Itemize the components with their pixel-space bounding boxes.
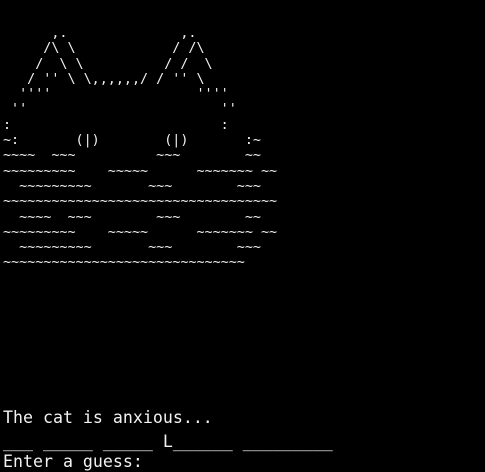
art-line: '' '' xyxy=(3,102,237,118)
guess-prompt[interactable]: Enter a guess: xyxy=(3,452,143,472)
art-line: / \ \ / / \ xyxy=(3,56,213,72)
art-line: ~~~~ ~~~ ~~~ ~~ xyxy=(3,209,261,225)
art-line: ~: (|) (|) :~ xyxy=(3,133,261,149)
art-line: ~~~~~~~~~ ~~~ ~~~ xyxy=(3,178,261,194)
art-line: ~~~~~~~~~~~~~~~~~~~~~~~~~~~~~~ xyxy=(3,255,245,271)
art-line: /\ \ / /\ xyxy=(3,41,205,57)
cat-ascii-art: ,. ,. /\ \ / /\ / \ \ / / \ / '' \ \,,,,… xyxy=(3,26,277,271)
terminal-window: ,. ,. /\ \ / /\ / \ \ / / \ / '' \ \,,,,… xyxy=(0,0,485,471)
art-line: ~~~~ ~~~ ~~~ ~~ xyxy=(3,148,261,164)
word-display: ___ _____ _____ L______ _________ xyxy=(3,432,333,451)
art-line: / '' \ \,,,,,,/ / '' \ xyxy=(3,71,205,87)
art-line: ~~~~~~~~~ ~~~~~ ~~~~~~~ ~~ xyxy=(3,224,278,240)
art-line: '''' '''' xyxy=(3,87,229,103)
art-line: ~~~~~~~~~ ~~~ ~~~ xyxy=(3,240,261,256)
art-line: ,. ,. xyxy=(3,26,197,41)
art-line: ~~~~~~~~~ ~~~~~ ~~~~~~~ ~~ xyxy=(3,163,278,179)
art-line: : : xyxy=(3,117,229,133)
status-message: The cat is anxious... xyxy=(3,408,213,427)
art-line: ~~~~~~~~~~~~~~~~~~~~~~~~~~~~~~~~~~ xyxy=(3,194,278,210)
